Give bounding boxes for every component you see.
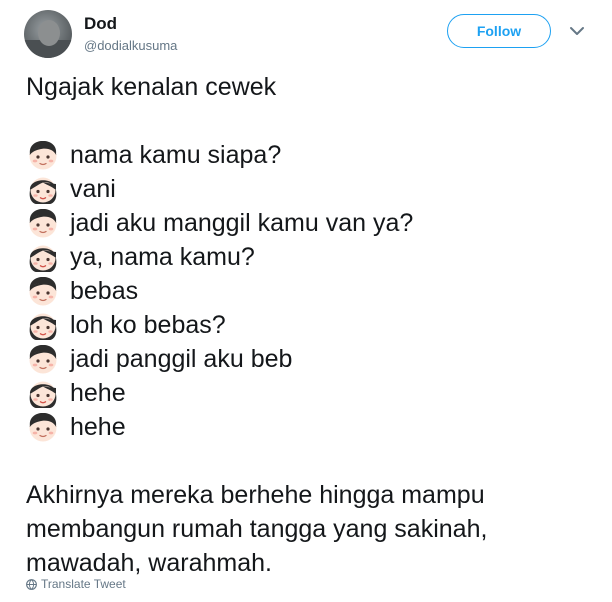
dialogue-text: nama kamu siapa? [70, 141, 282, 169]
globe-icon [26, 578, 37, 590]
author-name[interactable]: Dod [84, 14, 117, 34]
tweet-header: Dod @dodialkusuma Follow [24, 10, 594, 60]
translate-tweet-link[interactable]: Translate Tweet [26, 577, 126, 591]
boy-emoji-icon [26, 342, 60, 376]
dialogue-list: nama kamu siapa? vani jadi aku manggil kam… [26, 138, 596, 444]
dialogue-text: jadi aku manggil kamu van ya? [70, 209, 414, 237]
dialogue-line: loh ko bebas? [26, 308, 596, 342]
dialogue-line: jadi aku manggil kamu van ya? [26, 206, 596, 240]
girl-emoji-icon [26, 376, 60, 410]
dialogue-line: jadi panggil aku beb [26, 342, 596, 376]
boy-emoji-icon [26, 410, 60, 444]
dialogue-text: jadi panggil aku beb [70, 345, 293, 373]
follow-button[interactable]: Follow [447, 14, 551, 48]
avatar[interactable] [24, 10, 72, 58]
boy-emoji-icon [26, 274, 60, 308]
dialogue-line: bebas [26, 274, 596, 308]
dialogue-line: hehe [26, 376, 596, 410]
boy-emoji-icon [26, 206, 60, 240]
dialogue-line: nama kamu siapa? [26, 138, 596, 172]
dialogue-text: hehe [70, 379, 126, 407]
dialogue-line: vani [26, 172, 596, 206]
outro-line: mawadah, warahmah. [26, 549, 272, 577]
girl-emoji-icon [26, 172, 60, 206]
tweet-intro: Ngajak kenalan cewek [26, 73, 277, 101]
author-handle[interactable]: @dodialkusuma [84, 38, 177, 53]
tweet-outro: Akhirnya mereka berhehe hingga mampu memb… [26, 478, 596, 580]
outro-line: membangun rumah tangga yang sakinah, [26, 515, 488, 543]
tweet-text: Ngajak kenalan cewek nama kamu siapa? van… [26, 70, 596, 580]
dialogue-line: hehe [26, 410, 596, 444]
outro-line: Akhirnya mereka berhehe hingga mampu [26, 481, 485, 509]
dialogue-text: ya, nama kamu? [70, 243, 255, 271]
dialogue-text: hehe [70, 413, 126, 441]
boy-emoji-icon [26, 138, 60, 172]
girl-emoji-icon [26, 308, 60, 342]
dialogue-text: vani [70, 175, 116, 203]
chevron-down-icon[interactable] [569, 24, 585, 38]
dialogue-text: bebas [70, 277, 139, 305]
dialogue-text: loh ko bebas? [70, 311, 226, 339]
dialogue-line: ya, nama kamu? [26, 240, 596, 274]
girl-emoji-icon [26, 240, 60, 274]
